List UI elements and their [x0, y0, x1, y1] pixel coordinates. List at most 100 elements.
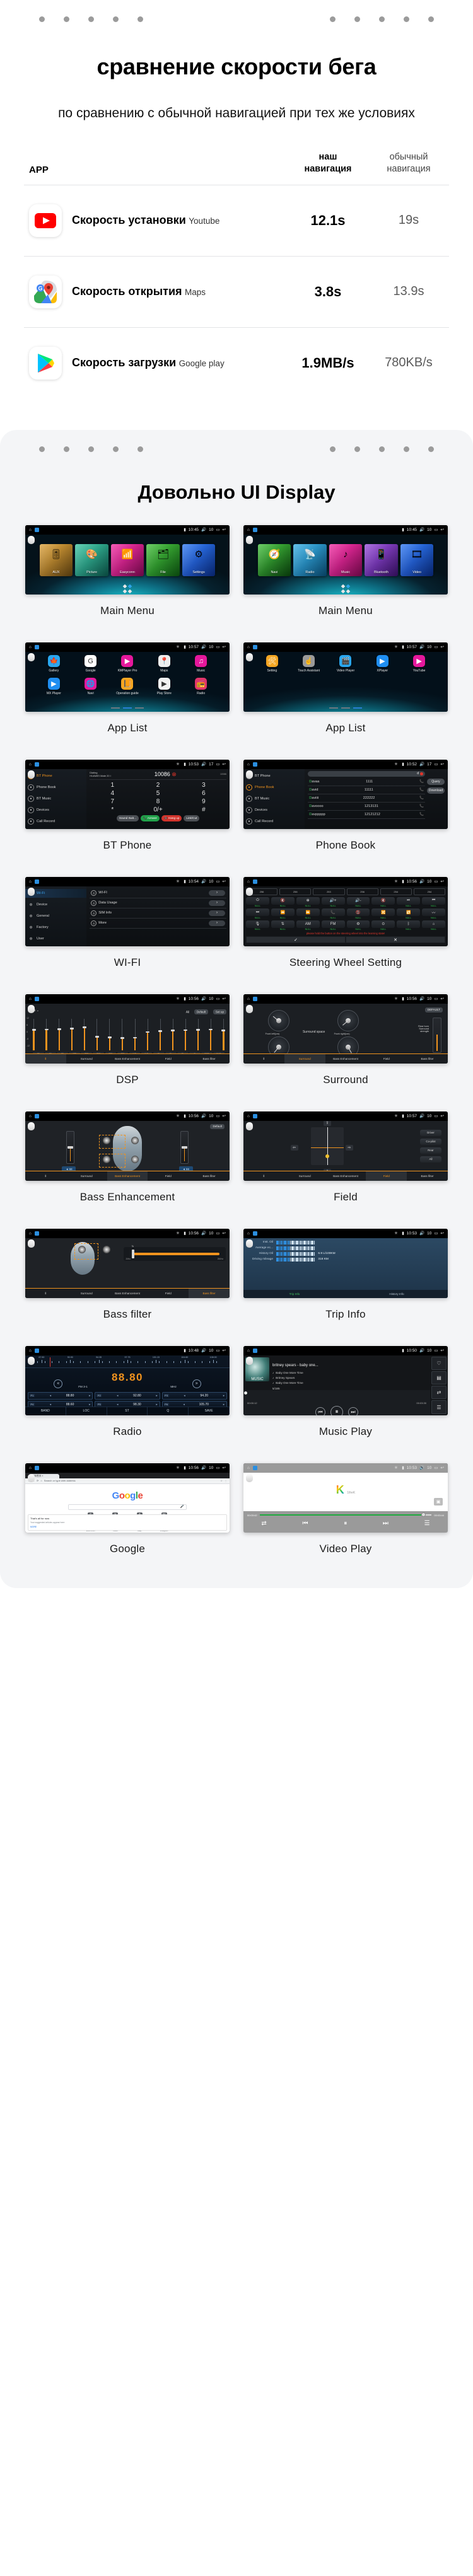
recents-icon[interactable]: ▭: [434, 1231, 438, 1236]
playlist-icon[interactable]: ☰: [431, 1400, 447, 1414]
delete-icon[interactable]: ⊗: [172, 771, 177, 777]
sidebar-item-bt-set[interactable]: ●BT Set: [25, 828, 86, 829]
eq-band-2k[interactable]: [158, 1018, 163, 1050]
default-button[interactable]: Default: [210, 1123, 225, 1129]
tab-eq[interactable]: ⦀: [25, 1053, 66, 1064]
contact-row[interactable]: Davppppp 12121212 📞: [308, 811, 425, 819]
home-icon[interactable]: ⌂: [29, 1231, 32, 1236]
floating-home-button[interactable]: [246, 653, 253, 661]
recents-icon[interactable]: ▭: [434, 644, 438, 649]
search-input[interactable]: d: [308, 770, 425, 777]
equalizer-icon[interactable]: ▤: [431, 1371, 447, 1385]
field-preset-all[interactable]: All: [420, 1156, 441, 1163]
eq-band-500[interactable]: [107, 1018, 112, 1050]
tab-field[interactable]: Field: [366, 1171, 407, 1181]
radio-st-button[interactable]: ST: [107, 1407, 148, 1415]
home-icon[interactable]: ⌂: [29, 762, 32, 767]
sidebar-item-phone-book[interactable]: ● Phone Book: [25, 783, 86, 792]
steering-key-8[interactable]: ⏭ NULL: [246, 908, 269, 919]
contact-row[interactable]: David 11111 📞: [308, 786, 425, 794]
chevron-right-icon[interactable]: ›: [209, 890, 225, 896]
left-level-slider[interactable]: [66, 1130, 74, 1164]
steering-key-21[interactable]: ⊙ NULL: [371, 920, 395, 931]
frequency-scale[interactable]: 87.50 90.90 94.35 97.75 101.15 104.60 10…: [25, 1355, 230, 1368]
menu-icon[interactable]: ⋮: [225, 1479, 227, 1482]
default-button[interactable]: DEFAULT: [424, 1007, 443, 1012]
steering-key-20[interactable]: ⚙ NULL: [346, 920, 370, 931]
home-icon[interactable]: ⌂: [247, 1466, 250, 1470]
floating-home-button[interactable]: [28, 1356, 35, 1365]
eq-band-80[interactable]: [57, 1018, 61, 1050]
home-icon[interactable]: ⌂: [29, 1466, 32, 1470]
home-icon[interactable]: ⌂: [29, 645, 32, 649]
previous-icon[interactable]: ⏮: [302, 1520, 308, 1527]
arrow-up-icon[interactable]: ⇧: [323, 1120, 331, 1126]
recents-icon[interactable]: ▭: [434, 762, 438, 767]
radio-band-button[interactable]: BAND: [25, 1407, 66, 1415]
steering-key-16[interactable]: 🎙 NULL: [246, 920, 269, 931]
call-icon[interactable]: 📞: [419, 796, 424, 800]
tab-bass-enhancement[interactable]: Bass Enhancement: [107, 1289, 148, 1298]
keypad-key-#[interactable]: #: [181, 806, 226, 813]
star-icon[interactable]: ☆: [220, 1479, 223, 1482]
app-item-touch-assistant[interactable]: ☝ Touch Assistant: [298, 655, 320, 673]
tab-bass-enhancement[interactable]: Bass Enhancement: [107, 1054, 148, 1064]
contact-row[interactable]: Davoooo 1213131 📞: [308, 803, 425, 811]
sidebar-item-call-record[interactable]: ● Call Record: [25, 817, 86, 826]
back-icon[interactable]: ↩: [223, 644, 226, 649]
recents-icon[interactable]: ▭: [434, 996, 438, 1001]
radio-loc-button[interactable]: LOC: [66, 1407, 107, 1415]
home-icon[interactable]: ⌂: [29, 528, 32, 532]
keypad-key-6[interactable]: 6: [181, 790, 226, 797]
tab-bass-filter[interactable]: Bass filter: [407, 1054, 448, 1064]
app-drawer-button[interactable]: [341, 584, 351, 593]
home-icon[interactable]: ⌂: [247, 645, 250, 649]
home-icon[interactable]: ⌂: [247, 1114, 250, 1118]
keypad-key-1[interactable]: 1: [90, 782, 135, 789]
keypad-key-*[interactable]: *: [90, 806, 135, 813]
sidebar-item-user[interactable]: ◍ User: [25, 934, 86, 943]
back-icon[interactable]: ↩: [223, 996, 226, 1001]
tab-eq[interactable]: ⦀: [25, 1171, 66, 1181]
field-position-dot[interactable]: [325, 1154, 329, 1158]
default-button[interactable]: Default: [194, 1009, 209, 1015]
floating-home-button[interactable]: [28, 1122, 35, 1130]
steering-key-18[interactable]: AM NULL: [296, 920, 320, 931]
tab-surround[interactable]: Surround: [66, 1171, 107, 1181]
back-icon[interactable]: ↩: [441, 1348, 444, 1353]
menu-tile-file[interactable]: 🗂 File: [146, 543, 180, 577]
eq-band-300[interactable]: [95, 1018, 99, 1050]
app-item-youtube[interactable]: ▶ YouTube: [413, 655, 425, 673]
radio-save-button[interactable]: SAVE: [189, 1407, 230, 1415]
eq-band-1.6k[interactable]: [146, 1018, 150, 1050]
sidebar-item-factory[interactable]: ◍ Factory: [25, 923, 86, 932]
floating-home-button[interactable]: [28, 1473, 35, 1482]
call-icon[interactable]: 📞: [419, 780, 424, 784]
steering-key-22[interactable]: ᛒ NULL: [397, 920, 421, 931]
steering-key-5[interactable]: 🔇 NULL: [371, 896, 395, 907]
sound-switch-button[interactable]: Sound Swit...: [116, 815, 139, 821]
contact-row[interactable]: Daviiii 222222 📞: [308, 794, 425, 803]
keypad-key-7[interactable]: 7: [90, 798, 135, 805]
steering-key-23[interactable]: ⌂ NULL: [422, 920, 445, 931]
menu-tile-settings[interactable]: ⚙ Settings: [182, 543, 216, 577]
steering-key-17[interactable]: ⇅ NULL: [271, 920, 295, 931]
dial-front-right[interactable]: [337, 1009, 359, 1031]
back-icon[interactable]: ↩: [223, 1113, 226, 1118]
pause-icon[interactable]: ⏸: [330, 1405, 343, 1415]
app-drawer-button[interactable]: [122, 584, 132, 593]
back-icon[interactable]: ↩: [223, 879, 226, 884]
tab-bass-filter[interactable]: Bass filter: [189, 1054, 230, 1064]
menu-tile-aux[interactable]: 🎚 AUX: [39, 543, 73, 577]
floating-home-button[interactable]: [28, 887, 35, 896]
floating-home-button[interactable]: [246, 770, 253, 779]
steering-key-0[interactable]: ⏻ NULL: [246, 896, 269, 907]
field-preset-copilot[interactable]: Co-pilot: [420, 1138, 441, 1145]
hangup-button[interactable]: 📵 Hang up: [161, 815, 182, 821]
tab-bass-enhancement[interactable]: Bass Enhancement: [325, 1054, 366, 1064]
call-icon[interactable]: 📞: [419, 804, 424, 808]
floating-home-button[interactable]: [246, 1356, 253, 1365]
keypad-key-0/+[interactable]: 0/+: [135, 806, 180, 813]
menu-tile-music[interactable]: ♪ Music: [329, 543, 363, 577]
app-item-navi[interactable]: 🌐 Navi: [85, 678, 97, 695]
